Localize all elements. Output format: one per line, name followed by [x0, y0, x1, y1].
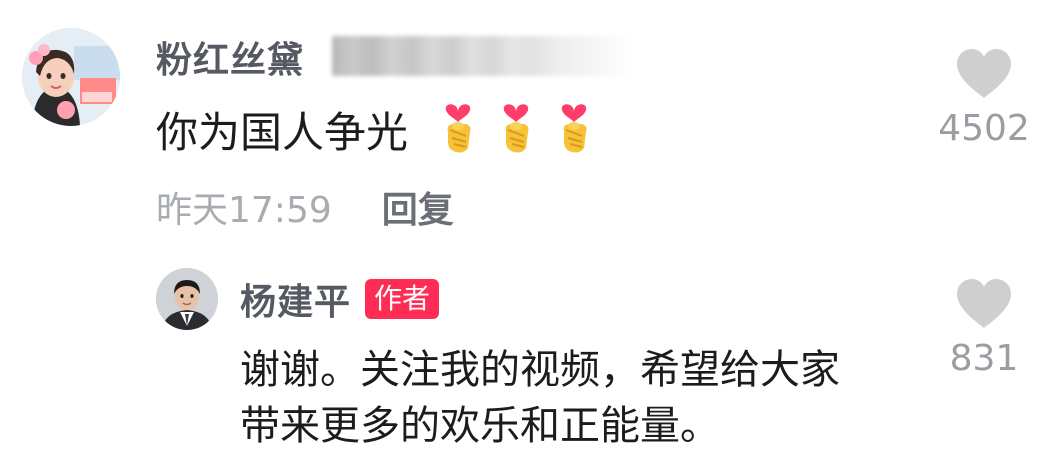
heart-icon[interactable]	[955, 48, 1013, 100]
author-avatar[interactable]	[156, 268, 218, 330]
heart-icon[interactable]	[955, 278, 1013, 330]
like-count: 4502	[938, 108, 1030, 149]
blurred-username-area	[332, 36, 632, 76]
reply-like-button[interactable]: 831	[938, 278, 1030, 379]
reply-text-line: 带来更多的欢乐和正能量。	[240, 403, 720, 449]
author-username[interactable]: 杨建平	[240, 273, 351, 325]
commenter-avatar[interactable]	[22, 28, 120, 126]
finger-heart-emoji	[445, 104, 471, 153]
finger-heart-emoji	[561, 104, 587, 153]
emoji-row	[436, 96, 596, 156]
author-avatar-image	[156, 268, 218, 330]
like-count: 831	[949, 338, 1019, 379]
comment-like-button[interactable]: 4502	[938, 48, 1030, 149]
commenter-username[interactable]: 粉红丝黛	[156, 30, 304, 84]
reply-button[interactable]: 回复	[382, 181, 454, 233]
commenter-avatar-image	[22, 28, 120, 126]
reply-text: 谢谢。关注我的视频，希望给大家 带来更多的欢乐和正能量。	[240, 342, 930, 454]
author-badge: 作者	[365, 279, 440, 319]
comment-timestamp: 昨天17:59	[156, 190, 332, 231]
reply-header: 杨建平 作者	[240, 273, 440, 325]
finger-heart-emoji	[503, 104, 529, 153]
comment-meta: 昨天17:59 回复	[156, 182, 454, 232]
comment-text: 你为国人争光	[156, 107, 409, 157]
reply-text-line: 谢谢。关注我的视频，希望给大家	[240, 347, 840, 393]
